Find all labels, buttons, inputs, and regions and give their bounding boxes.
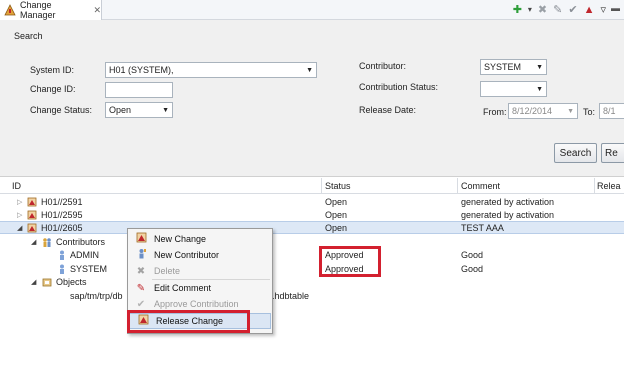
from-date-field[interactable]: 8/12/2014 ▼ (508, 103, 578, 119)
change-id-field[interactable] (105, 82, 173, 98)
table-row-selected[interactable]: ◢ H01//2605 Open TEST AAA (0, 221, 624, 234)
change-manager-tab[interactable]: Change Manager ✕ (0, 0, 102, 20)
change-icon (27, 210, 37, 220)
column-header-comment[interactable]: Comment (461, 181, 500, 191)
change-icon (27, 197, 37, 207)
chevron-down-icon: ▼ (536, 86, 543, 93)
edit-icon: ✎ (136, 282, 146, 294)
column-header-id[interactable]: ID (12, 181, 21, 191)
chevron-down-icon: ▼ (536, 64, 543, 71)
view-toolbar: ✚ ▾ ✖ ✎ ✔ ▲ ▿ (513, 2, 606, 18)
change-status-value: Open (109, 105, 132, 115)
change-icon (27, 223, 37, 233)
object-row[interactable]: sap/tm/trp/db .hdbtable (0, 290, 624, 303)
release-date-label: Release Date: (359, 105, 417, 115)
to-label: To: (583, 107, 596, 117)
contribution-status-label: Contribution Status: (359, 82, 439, 92)
change-status: Open (325, 210, 348, 220)
release-toolbar-icon[interactable]: ▲ (584, 3, 595, 17)
menu-item-new-contributor[interactable]: New Contributor (128, 247, 272, 263)
system-id-combo[interactable]: H01 (SYSTEM), ▼ (105, 62, 317, 78)
reset-button[interactable]: Re (601, 143, 624, 163)
chevron-down-icon: ▼ (162, 107, 169, 114)
to-date-value: 8/1 (603, 106, 616, 116)
contributor-name: ADMIN (70, 250, 99, 260)
change-id: H01//2591 (41, 197, 83, 207)
change-status: Open (325, 197, 348, 207)
minimize-icon[interactable]: ▬ (611, 3, 620, 13)
contributors-icon (42, 237, 52, 247)
column-divider[interactable] (457, 178, 458, 194)
delete-toolbar-icon[interactable]: ✖ (538, 3, 547, 17)
approve-toolbar-icon[interactable]: ✔ (568, 3, 577, 17)
column-header-status[interactable]: Status (325, 181, 351, 191)
object-path-end: .hdbtable (272, 291, 310, 301)
collapse-arrow-icon[interactable]: ◢ (17, 224, 22, 232)
view-title: Change Manager (20, 0, 56, 20)
column-header-release[interactable]: Relea (597, 181, 621, 191)
user-icon (57, 264, 67, 274)
view-tab-bar: Change Manager ✕ ✚ ▾ ✖ ✎ ✔ ▲ ▿ ▬ (0, 0, 624, 20)
menu-item-new-change[interactable]: New Change (128, 231, 272, 247)
tree-node-contributors[interactable]: ◢ Contributors (0, 236, 624, 249)
objects-icon (42, 277, 52, 287)
contributor-comment: Good (461, 250, 484, 260)
collapse-arrow-icon[interactable]: ◢ (31, 278, 36, 286)
search-section-title: Search (14, 31, 43, 41)
change-id: H01//2595 (41, 210, 83, 220)
contributor-row[interactable]: ADMIN Approved Good (0, 249, 624, 262)
table-row[interactable]: ▷ H01//2591 Open generated by activation (0, 196, 624, 209)
contributor-name: SYSTEM (70, 264, 108, 274)
new-change-icon (128, 232, 154, 246)
add-icon[interactable]: ✚ (513, 3, 522, 17)
from-date-value: 8/12/2014 (512, 106, 553, 116)
view-menu-icon[interactable]: ▿ (600, 3, 606, 17)
chevron-down-icon: ▼ (306, 67, 313, 74)
menu-item-delete[interactable]: ✖ Delete (128, 263, 272, 279)
approve-icon: ✔ (136, 298, 146, 310)
search-button[interactable]: Search (554, 143, 597, 163)
system-id-label: System ID: (30, 65, 75, 75)
expand-arrow-icon[interactable]: ▷ (17, 198, 22, 206)
from-label: From: (483, 107, 507, 117)
tree-node-objects[interactable]: ◢ Objects (0, 276, 624, 289)
close-view-icon[interactable]: ✕ (93, 5, 101, 16)
release-change-highlight-box (127, 310, 250, 333)
to-date-field[interactable]: 8/1 (599, 103, 624, 119)
change-comment: TEST AAA (461, 223, 504, 233)
approved-highlight-box (319, 246, 381, 277)
object-path-start: sap/tm/trp/db (70, 291, 123, 301)
collapse-arrow-icon[interactable]: ◢ (31, 238, 36, 246)
column-divider[interactable] (594, 178, 595, 194)
change-comment: generated by activation (461, 210, 555, 220)
delete-icon: ✖ (136, 265, 146, 277)
change-id-label: Change ID: (30, 84, 76, 94)
contributor-value: SYSTEM (484, 62, 522, 72)
contributor-label: Contributor: (359, 61, 407, 71)
contributor-row[interactable]: SYSTEM Approved Good (0, 263, 624, 276)
objects-label: Objects (56, 277, 87, 287)
contributor-comment: Good (461, 264, 484, 274)
column-divider[interactable] (321, 178, 322, 194)
change-status-label: Change Status: (30, 105, 93, 115)
expand-arrow-icon[interactable]: ▷ (17, 211, 22, 219)
contributors-label: Contributors (56, 237, 106, 247)
chevron-down-icon: ▼ (567, 108, 574, 115)
contributor-combo[interactable]: SYSTEM ▼ (480, 59, 547, 75)
change-comment: generated by activation (461, 197, 555, 207)
contribution-status-combo[interactable]: ▼ (480, 81, 547, 97)
change-status: Open (325, 223, 348, 233)
search-section: Search System ID: H01 (SYSTEM), ▼ Change… (0, 20, 624, 177)
add-dropdown-icon[interactable]: ▾ (528, 3, 532, 17)
change-id: H01//2605 (41, 223, 83, 233)
system-id-value: H01 (SYSTEM), (109, 65, 174, 75)
change-manager-icon (4, 4, 16, 16)
results-table-header: ID Status Comment Relea (0, 178, 624, 194)
menu-item-edit-comment[interactable]: ✎ Edit Comment (128, 280, 272, 296)
change-status-combo[interactable]: Open ▼ (105, 102, 173, 118)
user-icon (57, 250, 67, 260)
new-contributor-icon (128, 248, 154, 262)
edit-toolbar-icon[interactable]: ✎ (553, 3, 562, 17)
